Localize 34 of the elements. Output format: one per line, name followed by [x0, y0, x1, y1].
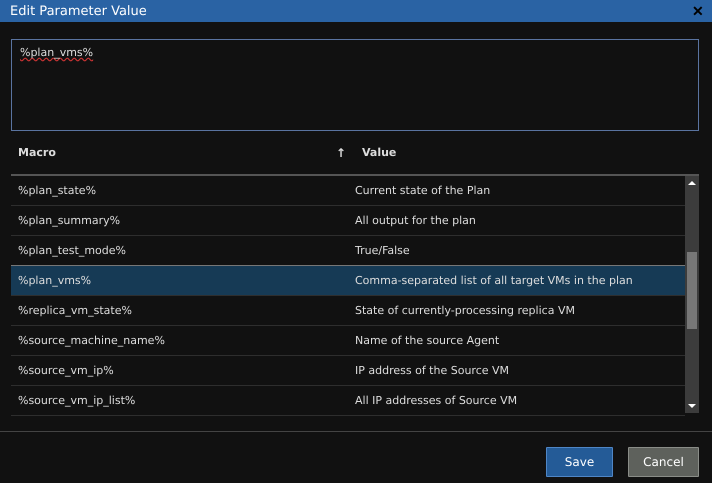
table-cell-text: %replica_vm_state% [17, 304, 133, 317]
table-row[interactable]: %plan_vms% Comma-separated list of all target VMs in the plan [11, 265, 685, 296]
table-cell: Name of the source Agent [355, 334, 500, 347]
table-cell: Comma-separated list of all target VMs in the plan [355, 274, 633, 287]
table-row[interactable]: %plan_state% Current state of the Plan [11, 176, 685, 206]
scroll-up-icon[interactable] [688, 180, 696, 186]
table-cell-text: %source_machine_name% [17, 334, 166, 347]
table-cell: IP address of the Source VM [355, 364, 510, 377]
table-cell-text: %plan_vms% [17, 274, 92, 287]
value-text-area[interactable]: %plan_vms% [11, 39, 699, 131]
table-cell: True/False [355, 244, 410, 257]
table-cell: All IP addresses of Source VM [355, 394, 518, 407]
column-header[interactable]: Value [362, 146, 396, 159]
table-row[interactable]: %plan_summary% All output for the plan [11, 206, 685, 236]
sort-arrow-icon: ↑ [336, 146, 362, 160]
table-row[interactable]: %source_vm_ip_list% All IP addresses of Source VM [11, 386, 685, 416]
table-cell-text: %plan_state% [17, 184, 98, 197]
table-cell-text: %source_vm_ip% [17, 364, 115, 377]
table-cell: State of currently-processing replica VM [355, 304, 575, 317]
table-cell-text: %source_vm_ip_list% [17, 394, 136, 407]
save-button[interactable]: Save [546, 447, 613, 477]
table-row[interactable]: %replica_vm_state% State of currently-processing replica VM [11, 296, 685, 326]
cancel-button[interactable]: Cancel [628, 447, 699, 477]
table-cell: All output for the plan [355, 214, 476, 227]
scrollbar[interactable] [685, 176, 699, 413]
table-row[interactable]: %source_machine_name% Name of the source Agent [11, 326, 685, 356]
column-header[interactable]: Macro [11, 146, 336, 159]
scroll-down-icon[interactable] [688, 403, 696, 409]
table-cell-text: %plan_summary% [17, 214, 122, 227]
table-cell-text: %plan_test_mode% [17, 244, 127, 257]
table-cell: Current state of the Plan [355, 184, 490, 197]
table-row[interactable]: %source_vm_ip% IP address of the Source VM [11, 356, 685, 386]
window-title: Edit Parameter Value [10, 4, 147, 18]
scroll-thumb[interactable] [687, 252, 697, 329]
